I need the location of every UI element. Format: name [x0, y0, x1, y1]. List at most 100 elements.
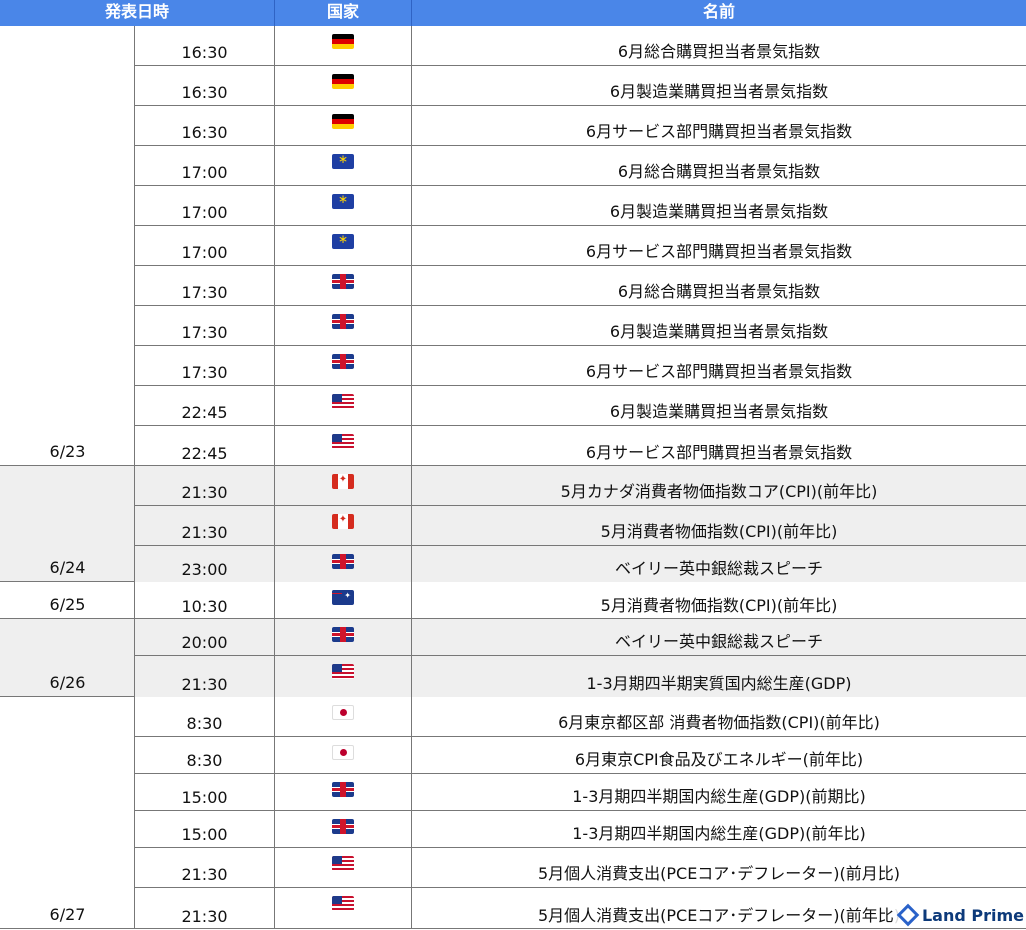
country-cell: [275, 774, 412, 810]
table-row: 17:00 6月製造業購買担当者景気指数: [135, 186, 1026, 226]
country-cell: [275, 66, 412, 105]
eu-flag-icon: [332, 194, 354, 209]
time-text: 8:30: [186, 751, 223, 770]
date-label: 6/24: [49, 558, 86, 577]
flag-cross: [332, 788, 354, 791]
time-cell: 17:00: [135, 146, 275, 185]
time-cell: 10:30: [135, 582, 275, 619]
country-cell: [275, 226, 412, 265]
time-text: 23:00: [181, 560, 228, 579]
country-cell: [275, 811, 412, 847]
time-cell: 8:30: [135, 697, 275, 736]
time-cell: 15:00: [135, 774, 275, 810]
de-flag-icon: [332, 114, 354, 129]
event-name-text: ベイリー英中銀総裁スピーチ: [614, 632, 823, 651]
time-cell: 15:00: [135, 811, 275, 847]
event-name-text: 6月総合購買担当者景気指数: [617, 42, 821, 61]
table-row: 20:00 ベイリー英中銀総裁スピーチ: [135, 619, 1026, 656]
event-name-cell: 6月東京都区部 消費者物価指数(CPI)(前年比): [412, 697, 1026, 736]
event-name-cell: 1-3月期四半期国内総生産(GDP)(前期比): [412, 774, 1026, 810]
time-text: 17:30: [181, 283, 228, 302]
time-text: 15:00: [181, 788, 228, 807]
table-row: 17:00 6月サービス部門購買担当者景気指数: [135, 226, 1026, 266]
flag-cross: [332, 360, 354, 363]
time-cell: 17:30: [135, 266, 275, 305]
time-cell: 22:45: [135, 426, 275, 466]
time-cell: 21:30: [135, 656, 275, 697]
event-name-text: 1-3月期四半期国内総生産(GDP)(前期比): [572, 787, 866, 806]
us-flag-icon: [332, 856, 354, 871]
time-cell: 16:30: [135, 26, 275, 65]
event-name-cell: ベイリー英中銀総裁スピーチ: [412, 619, 1026, 655]
date-group: 6/27 8:30 6月東京都区部 消費者物価指数(CPI)(前年比) 8:30 6月東…: [0, 697, 1026, 929]
ca-flag-icon: [332, 514, 354, 529]
time-cell: 20:00: [135, 619, 275, 655]
date-cell: 6/26: [0, 619, 135, 696]
table-row: 21:30 5月個人消費支出(PCEコア･デフレーター)(前月比): [135, 848, 1026, 888]
event-name-text: 6月製造業購買担当者景気指数: [609, 322, 829, 341]
date-label: 6/25: [49, 595, 86, 614]
country-cell: [275, 26, 412, 65]
event-name-cell: 6月サービス部門購買担当者景気指数: [412, 346, 1026, 385]
event-name-cell: 6月総合購買担当者景気指数: [412, 146, 1026, 185]
time-text: 10:30: [181, 597, 228, 616]
gb-flag-icon: [332, 627, 354, 642]
event-name-cell: 6月総合購買担当者景気指数: [412, 266, 1026, 305]
event-name-cell: 5月消費者物価指数(CPI)(前年比): [412, 582, 1026, 619]
country-cell: [275, 266, 412, 305]
date-group: 6/26 20:00 ベイリー英中銀総裁スピーチ 21:30 1-3月期四半期実質国内総…: [0, 619, 1026, 697]
time-cell: 17:00: [135, 226, 275, 265]
time-cell: 16:30: [135, 66, 275, 105]
country-cell: [275, 848, 412, 887]
gb-flag-icon: [332, 314, 354, 329]
date-cell: 6/24: [0, 466, 135, 581]
header-name: 名前: [702, 2, 735, 21]
event-name-cell: 1-3月期四半期国内総生産(GDP)(前年比): [412, 811, 1026, 847]
date-group: 6/24 21:30 5月カナダ消費者物価指数コア(CPI)(前年比) 21:30 5月…: [0, 466, 1026, 582]
eu-flag-icon: [332, 154, 354, 169]
ca-flag-icon: [332, 474, 354, 489]
event-name-text: 1-3月期四半期実質国内総生産(GDP): [586, 674, 852, 693]
event-name-text: 6月製造業購買担当者景気指数: [609, 402, 829, 421]
time-cell: 21:30: [135, 506, 275, 545]
event-name-text: 5月個人消費支出(PCEコア･デフレーター)(前月比): [537, 864, 901, 883]
event-name-cell: 5月消費者物価指数(CPI)(前年比): [412, 506, 1026, 545]
date-group: 6/23 16:30 6月総合購買担当者景気指数 16:30 6月製造業購買担当者景気指…: [0, 26, 1026, 466]
country-cell: [275, 619, 412, 655]
time-text: 21:30: [181, 865, 228, 884]
event-name-cell: 5月個人消費支出(PCEコア･デフレーター)(前月比): [412, 848, 1026, 887]
date-cell: 6/27: [0, 697, 135, 928]
time-text: 21:30: [181, 483, 228, 502]
time-text: 22:45: [181, 444, 228, 463]
date-label: 6/26: [49, 673, 86, 692]
jp-flag-icon: [332, 745, 354, 760]
gb-flag-icon: [332, 819, 354, 834]
time-text: 15:00: [181, 825, 228, 844]
table-row: 22:45 6月製造業購買担当者景気指数: [135, 386, 1026, 426]
table-row: 21:30 5月消費者物価指数(CPI)(前年比): [135, 506, 1026, 546]
event-name-cell: 6月サービス部門購買担当者景気指数: [412, 106, 1026, 145]
event-name-text: 5月カナダ消費者物価指数コア(CPI)(前年比): [560, 482, 878, 501]
table-row: 8:30 6月東京CPI食品及びエネルギー(前年比): [135, 737, 1026, 774]
time-text: 16:30: [181, 83, 228, 102]
diamond-icon: [896, 903, 920, 927]
event-name-cell: 6月東京CPI食品及びエネルギー(前年比): [412, 737, 1026, 773]
us-flag-icon: [332, 434, 354, 449]
event-name-text: 6月東京都区部 消費者物価指数(CPI)(前年比): [558, 713, 880, 732]
country-cell: [275, 888, 412, 929]
jp-flag-icon: [332, 705, 354, 720]
time-cell: 8:30: [135, 737, 275, 773]
flag-cross: [332, 560, 354, 563]
table-row: 21:30 5月個人消費支出(PCEコア･デフレーター)(前年比): [135, 888, 1026, 929]
de-flag-icon: [332, 34, 354, 49]
event-name-text: 6月サービス部門購買担当者景気指数: [585, 242, 853, 261]
date-group: 6/25 10:30 5月消費者物価指数(CPI)(前年比): [0, 582, 1026, 619]
table-row: 23:00 ベイリー英中銀総裁スピーチ: [135, 546, 1026, 582]
eu-flag-icon: [332, 234, 354, 249]
gb-flag-icon: [332, 274, 354, 289]
country-cell: [275, 146, 412, 185]
country-cell: [275, 737, 412, 773]
table-row: 17:30 6月製造業購買担当者景気指数: [135, 306, 1026, 346]
country-cell: [275, 106, 412, 145]
country-cell: [275, 186, 412, 225]
